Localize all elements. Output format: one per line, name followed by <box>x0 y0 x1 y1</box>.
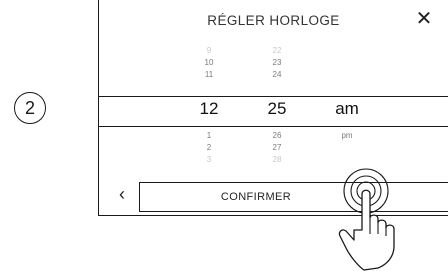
selected-minute[interactable]: 25 <box>261 99 293 119</box>
step-number: 2 <box>24 97 35 118</box>
hour-option[interactable]: 10 <box>197 57 221 69</box>
minute-column[interactable]: 22 23 24 <box>265 45 289 81</box>
minute-column-below[interactable]: 26 27 28 <box>265 130 289 166</box>
period-column-below[interactable]: pm <box>335 130 359 142</box>
hour-column-below[interactable]: 1 2 3 <box>197 130 221 166</box>
tap-hand-icon <box>338 168 395 271</box>
minute-option[interactable]: 27 <box>265 142 289 154</box>
hour-column[interactable]: 9 10 11 <box>197 45 221 81</box>
minute-option-faint[interactable]: 28 <box>265 154 289 166</box>
selected-period[interactable]: am <box>327 99 367 119</box>
hour-option[interactable]: 2 <box>197 142 221 154</box>
chevron-left-icon[interactable]: ‹ <box>115 184 129 204</box>
hour-option-faint[interactable]: 3 <box>197 154 221 166</box>
minute-option[interactable]: 23 <box>265 57 289 69</box>
step-number-badge: 2 <box>14 92 46 124</box>
hour-option-faint[interactable]: 9 <box>197 45 221 57</box>
close-icon[interactable]: ✕ <box>414 9 434 29</box>
minute-option-faint[interactable]: 22 <box>265 45 289 57</box>
hour-option[interactable]: 11 <box>197 69 221 81</box>
confirm-label: CONFIRMER <box>220 191 292 203</box>
minute-option[interactable]: 26 <box>265 130 289 142</box>
period-option[interactable]: pm <box>335 130 359 142</box>
selected-hour[interactable]: 12 <box>193 99 225 119</box>
hour-option[interactable]: 1 <box>197 130 221 142</box>
dialog-title: RÉGLER HORLOGE <box>207 13 340 28</box>
minute-option[interactable]: 24 <box>265 69 289 81</box>
